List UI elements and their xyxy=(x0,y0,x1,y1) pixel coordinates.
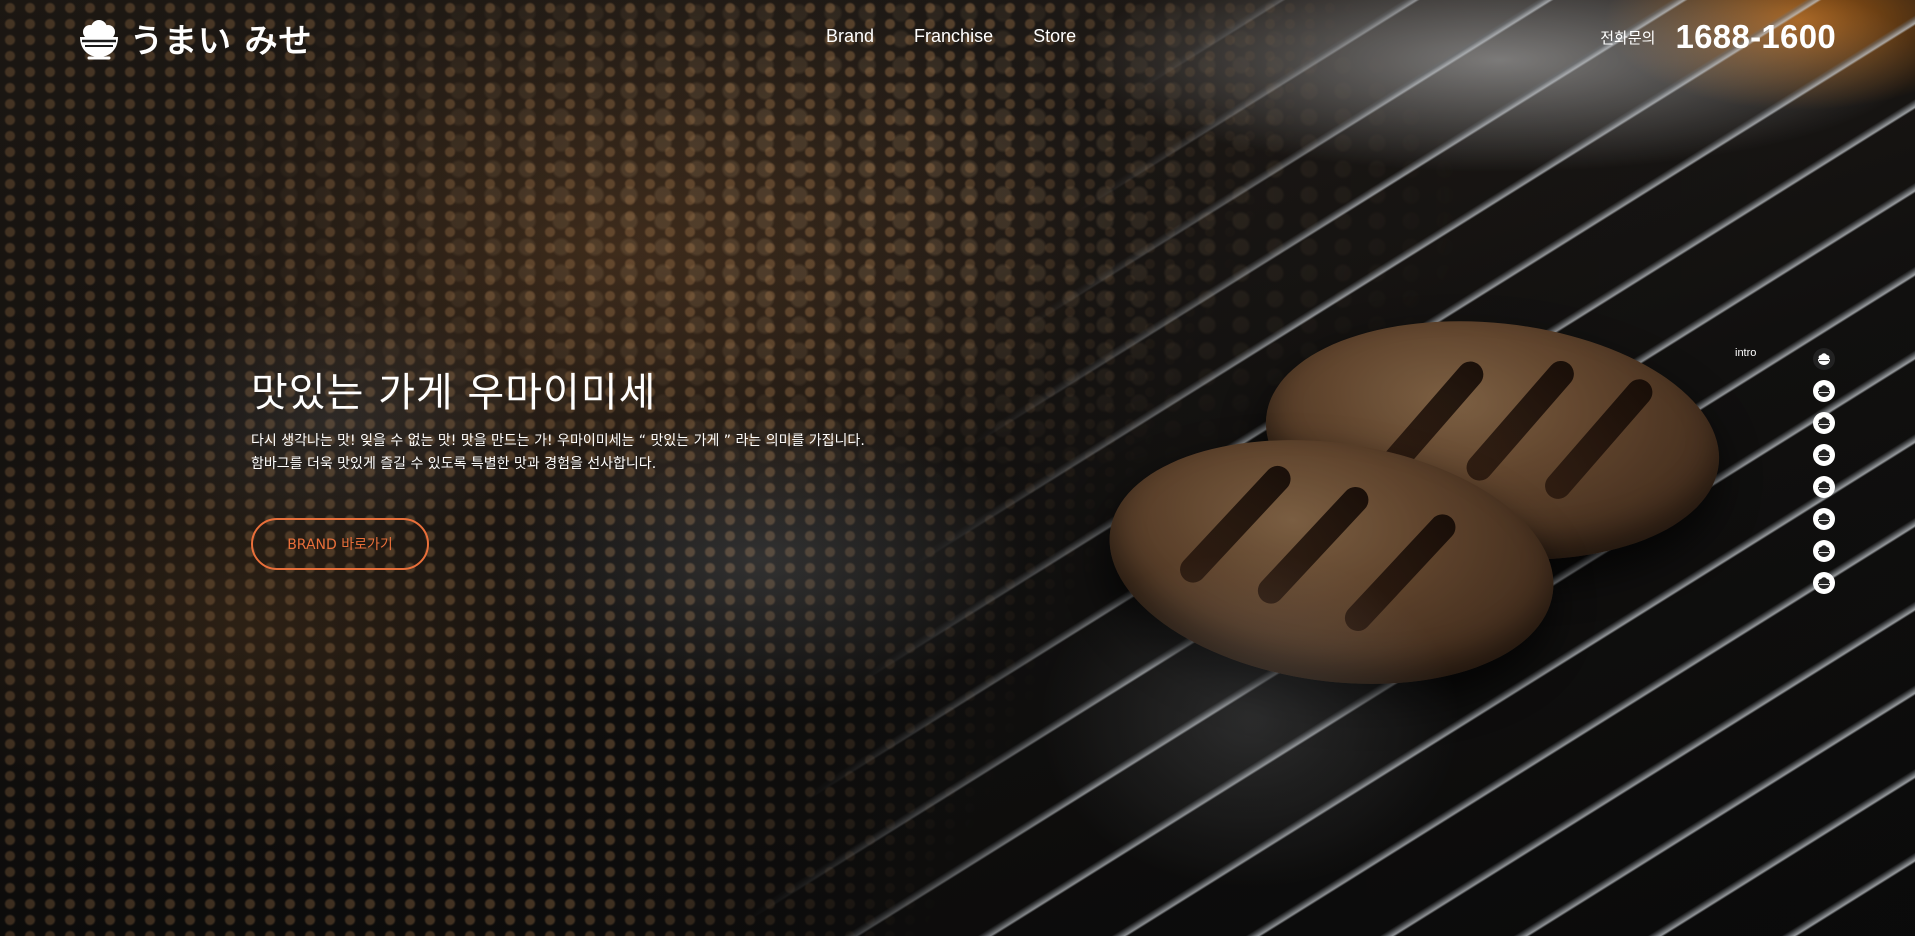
rice-bowl-icon xyxy=(1813,476,1835,498)
hero-section: うまい みせ Brand Franchise Store 전화문의 1688-1… xyxy=(0,0,1915,936)
main-nav: Brand Franchise Store xyxy=(826,26,1076,47)
contact-label: 전화문의 xyxy=(1600,28,1656,47)
rice-bowl-icon xyxy=(1813,572,1835,594)
pagination-dot[interactable] xyxy=(1812,379,1836,403)
site-header: うまい みせ Brand Franchise Store 전화문의 1688-1… xyxy=(0,0,1915,76)
hero-title: 맛있는 가게 우마이미세 xyxy=(251,370,657,416)
nav-item-store[interactable]: Store xyxy=(1033,26,1076,47)
rice-bowl-icon xyxy=(80,20,118,60)
site-logo[interactable]: うまい みせ xyxy=(76,14,313,62)
pagination-dot[interactable] xyxy=(1812,507,1836,531)
rice-bowl-icon xyxy=(1813,540,1835,562)
pagination-dot[interactable] xyxy=(1812,571,1836,595)
section-label: intro xyxy=(1735,347,1757,359)
rice-bowl-icon xyxy=(1813,348,1835,370)
rice-bowl-icon xyxy=(1813,444,1835,466)
pagination-dot[interactable] xyxy=(1812,539,1836,563)
pagination-dot[interactable] xyxy=(1812,475,1836,499)
contact-info: 전화문의 1688-1600 xyxy=(1600,18,1836,56)
pagination-dot[interactable] xyxy=(1812,443,1836,467)
contact-phone[interactable]: 1688-1600 xyxy=(1675,18,1836,56)
hero-description: 다시 생각나는 맛! 잊을 수 없는 맛! 맛을 만드는 가! 우마이미세는 “… xyxy=(251,430,865,476)
nav-item-brand[interactable]: Brand xyxy=(826,26,874,47)
rice-bowl-icon xyxy=(1813,380,1835,402)
pagination-dot[interactable] xyxy=(1812,347,1836,371)
pagination-dot[interactable] xyxy=(1812,411,1836,435)
logo-text: うまい みせ xyxy=(130,21,313,60)
rice-bowl-icon xyxy=(1813,508,1835,530)
hero-description-line: 다시 생각나는 맛! 잊을 수 없는 맛! 맛을 만드는 가! 우마이미세는 “… xyxy=(251,433,865,449)
nav-item-franchise[interactable]: Franchise xyxy=(914,26,993,47)
section-pagination xyxy=(1812,347,1836,603)
brand-cta-button[interactable]: BRAND 바로가기 xyxy=(251,518,429,570)
hero-description-line: 함바그를 더욱 맛있게 즐길 수 있도록 특별한 맛과 경험을 선사합니다. xyxy=(251,456,657,472)
rice-bowl-icon xyxy=(1813,412,1835,434)
